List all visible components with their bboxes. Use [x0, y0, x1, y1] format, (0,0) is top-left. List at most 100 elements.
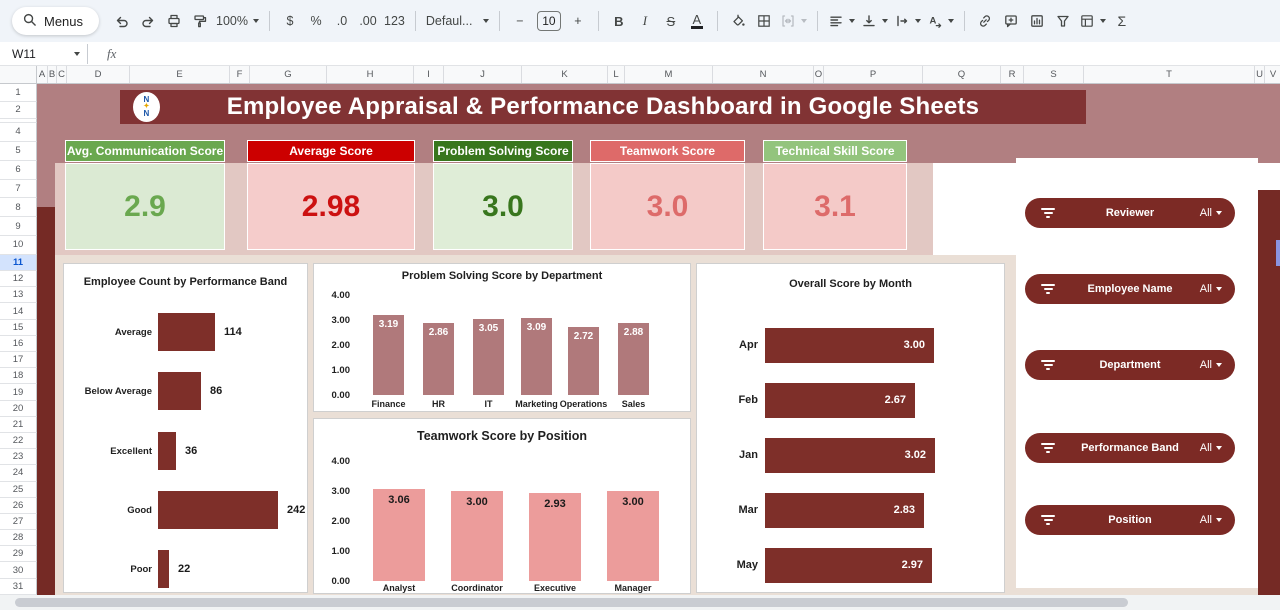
- vertical-align-button[interactable]: [858, 8, 891, 34]
- row-header-9[interactable]: 9: [0, 217, 37, 236]
- insert-link-button[interactable]: [972, 8, 998, 34]
- column-header-G[interactable]: G: [250, 66, 327, 83]
- column-header-B[interactable]: B: [48, 66, 57, 83]
- column-header-S[interactable]: S: [1024, 66, 1084, 83]
- text-color-button[interactable]: A: [691, 13, 704, 29]
- row-header-20[interactable]: 20: [0, 401, 37, 417]
- slicer-value-dropdown[interactable]: All: [1200, 283, 1222, 295]
- row-header-17[interactable]: 17: [0, 352, 37, 368]
- select-all-corner[interactable]: [0, 66, 37, 83]
- column-header-E[interactable]: E: [130, 66, 230, 83]
- column-header-M[interactable]: M: [625, 66, 713, 83]
- chart-employee-count-by-band[interactable]: Employee Count by Performance BandAverag…: [63, 263, 308, 593]
- row-header-1[interactable]: 1: [0, 84, 37, 102]
- slicer-value-dropdown[interactable]: All: [1200, 514, 1222, 526]
- row-header-8[interactable]: 8: [0, 198, 37, 217]
- zoom-select[interactable]: 100%: [213, 8, 262, 34]
- insert-chart-button[interactable]: [1024, 8, 1050, 34]
- row-header-12[interactable]: 12: [0, 271, 37, 287]
- horizontal-align-button[interactable]: [825, 8, 858, 34]
- column-header-R[interactable]: R: [1001, 66, 1024, 83]
- slicer-employee-name[interactable]: Employee NameAll: [1025, 274, 1235, 304]
- name-box[interactable]: W11: [0, 47, 80, 61]
- row-header-7[interactable]: 7: [0, 180, 37, 199]
- row-header-14[interactable]: 14: [0, 303, 37, 319]
- row-header-27[interactable]: 27: [0, 514, 37, 530]
- column-header-T[interactable]: T: [1084, 66, 1255, 83]
- row-header-4[interactable]: 4: [0, 123, 37, 142]
- column-header-I[interactable]: I: [414, 66, 444, 83]
- slicer-reviewer[interactable]: ReviewerAll: [1025, 198, 1235, 228]
- menus-search-button[interactable]: Menus: [12, 7, 99, 35]
- decrease-decimals-button[interactable]: .0: [329, 8, 355, 34]
- column-header-N[interactable]: N: [713, 66, 814, 83]
- slicer-value-dropdown[interactable]: All: [1200, 207, 1222, 219]
- borders-button[interactable]: [751, 8, 777, 34]
- slicer-value-dropdown[interactable]: All: [1200, 442, 1222, 454]
- row-header-24[interactable]: 24: [0, 465, 37, 481]
- row-header-21[interactable]: 21: [0, 417, 37, 433]
- decrease-font-size-button[interactable]: −: [507, 8, 533, 34]
- column-header-F[interactable]: F: [230, 66, 250, 83]
- column-header-L[interactable]: L: [608, 66, 625, 83]
- row-header-31[interactable]: 31: [0, 579, 37, 595]
- row-header-28[interactable]: 28: [0, 530, 37, 546]
- table-tools-button[interactable]: [1076, 8, 1109, 34]
- column-header-U[interactable]: U: [1255, 66, 1265, 83]
- row-header-26[interactable]: 26: [0, 498, 37, 514]
- slicer-value-dropdown[interactable]: All: [1200, 359, 1222, 371]
- row-header-2[interactable]: 2: [0, 102, 37, 120]
- column-header-V[interactable]: V: [1265, 66, 1280, 83]
- row-header-16[interactable]: 16: [0, 336, 37, 352]
- row-header-5[interactable]: 5: [0, 142, 37, 161]
- increase-decimals-button[interactable]: .00: [355, 8, 381, 34]
- column-header-O[interactable]: O: [814, 66, 824, 83]
- chart-teamwork-by-position[interactable]: Teamwork Score by Position4.003.002.001.…: [313, 418, 691, 594]
- row-header-22[interactable]: 22: [0, 433, 37, 449]
- more-formats-button[interactable]: 123: [381, 8, 408, 34]
- fill-color-button[interactable]: [725, 8, 751, 34]
- slicer-department[interactable]: DepartmentAll: [1025, 350, 1235, 380]
- column-header-P[interactable]: P: [824, 66, 923, 83]
- row-header-13[interactable]: 13: [0, 287, 37, 303]
- paint-format-button[interactable]: [187, 8, 213, 34]
- create-filter-button[interactable]: [1050, 8, 1076, 34]
- horizontal-scrollbar-thumb[interactable]: [15, 598, 1128, 607]
- chart-problem-solving-by-department[interactable]: Problem Solving Score by Department4.003…: [313, 263, 691, 412]
- row-header-29[interactable]: 29: [0, 546, 37, 562]
- column-header-D[interactable]: D: [67, 66, 130, 83]
- row-header-11[interactable]: 11: [0, 255, 37, 271]
- increase-font-size-button[interactable]: +: [565, 8, 591, 34]
- column-header-C[interactable]: C: [57, 66, 67, 83]
- print-button[interactable]: [161, 8, 187, 34]
- column-header-A[interactable]: A: [37, 66, 48, 83]
- font-size-input[interactable]: 10: [537, 11, 561, 31]
- italic-button[interactable]: I: [632, 8, 658, 34]
- column-header-H[interactable]: H: [327, 66, 414, 83]
- column-header-J[interactable]: J: [444, 66, 522, 83]
- slicer-position[interactable]: PositionAll: [1025, 505, 1235, 535]
- functions-button[interactable]: Σ: [1109, 8, 1135, 34]
- redo-button[interactable]: [135, 8, 161, 34]
- row-header-23[interactable]: 23: [0, 449, 37, 465]
- row-header-25[interactable]: 25: [0, 482, 37, 498]
- row-header-19[interactable]: 19: [0, 384, 37, 400]
- column-header-Q[interactable]: Q: [923, 66, 1001, 83]
- row-header-18[interactable]: 18: [0, 368, 37, 384]
- strikethrough-button[interactable]: S: [658, 8, 684, 34]
- bold-button[interactable]: B: [606, 8, 632, 34]
- text-wrap-button[interactable]: [891, 8, 924, 34]
- column-header-K[interactable]: K: [522, 66, 608, 83]
- format-currency-button[interactable]: $: [277, 8, 303, 34]
- merge-cells-button[interactable]: [777, 8, 810, 34]
- row-header-15[interactable]: 15: [0, 320, 37, 336]
- row-header-10[interactable]: 10: [0, 236, 37, 255]
- undo-button[interactable]: [109, 8, 135, 34]
- row-header-30[interactable]: 30: [0, 562, 37, 578]
- insert-comment-button[interactable]: [998, 8, 1024, 34]
- chart-overall-score-by-month[interactable]: Overall Score by MonthApr3.00Feb2.67Jan3…: [696, 263, 1005, 593]
- row-header-6[interactable]: 6: [0, 161, 37, 180]
- slicer-performance-band[interactable]: Performance BandAll: [1025, 433, 1235, 463]
- format-percent-button[interactable]: %: [303, 8, 329, 34]
- font-select[interactable]: Defaul...: [423, 8, 492, 34]
